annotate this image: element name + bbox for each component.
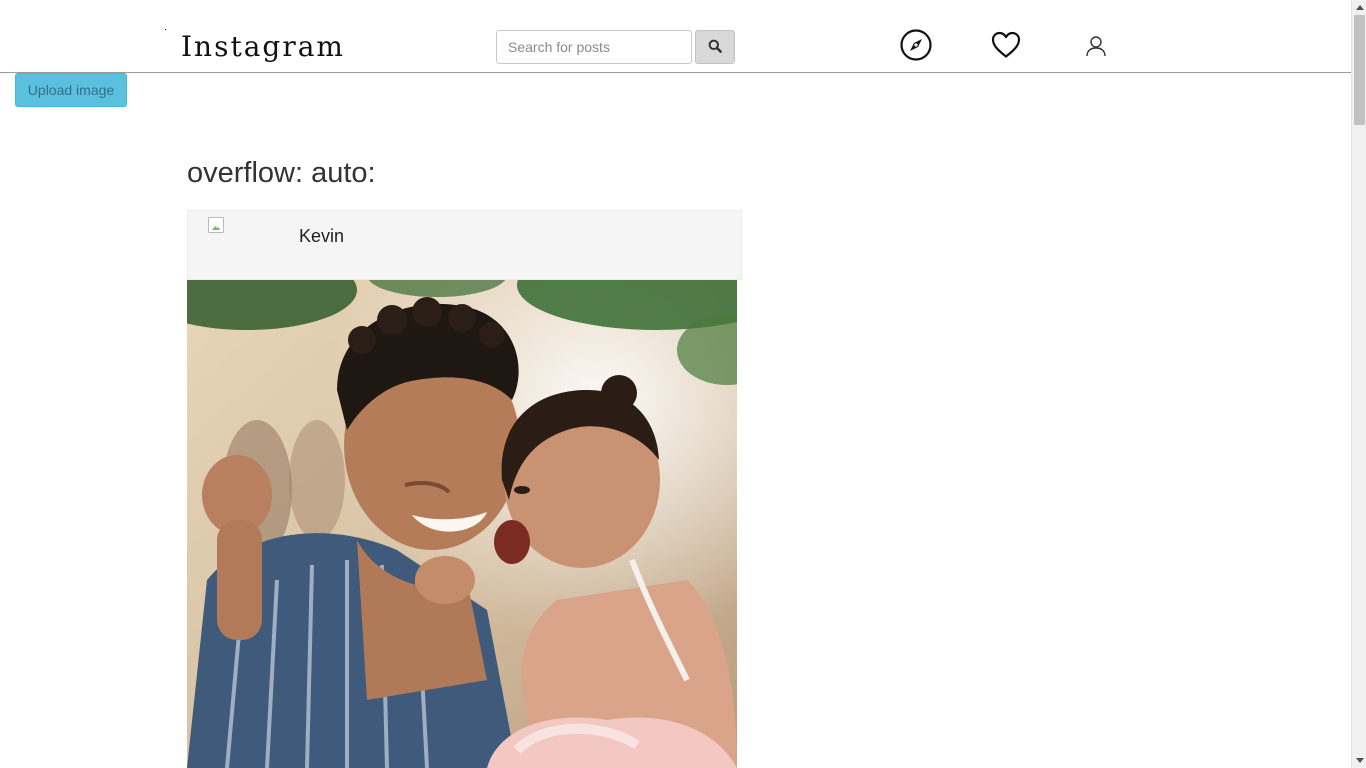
scroll-down-icon[interactable] [1352, 753, 1366, 768]
scroll-thumb[interactable] [1354, 15, 1365, 125]
logo[interactable]: Instagram [181, 33, 345, 61]
post-username[interactable]: Kevin [299, 226, 344, 247]
post-card: Kevin [187, 210, 742, 768]
post-image[interactable] [187, 280, 737, 768]
compass-icon[interactable] [899, 28, 933, 62]
search-icon [708, 39, 722, 56]
post-header: Kevin [187, 210, 742, 280]
broken-image-icon[interactable] [208, 217, 224, 233]
vertical-scrollbar[interactable] [1351, 0, 1366, 768]
user-icon[interactable] [1083, 33, 1109, 59]
search-input[interactable] [496, 30, 692, 64]
search-button[interactable] [695, 30, 735, 64]
logo-dot [165, 29, 166, 30]
heart-icon[interactable] [990, 30, 1022, 60]
top-navbar: Instagram [0, 0, 1351, 73]
page: Instagram Search for posts Upload image … [0, 0, 1366, 768]
scroll-up-icon[interactable] [1352, 0, 1366, 15]
upload-image-button[interactable]: Upload image [15, 73, 127, 107]
section-title: overflow: auto: [187, 157, 376, 189]
